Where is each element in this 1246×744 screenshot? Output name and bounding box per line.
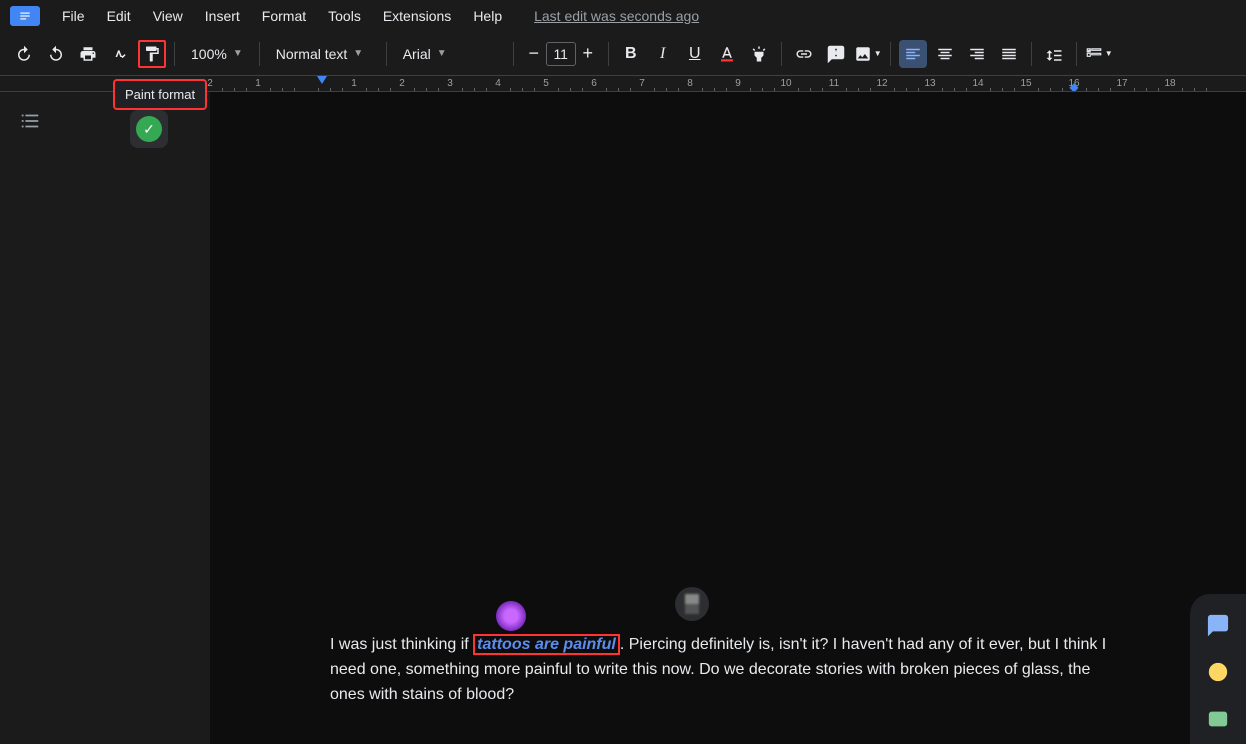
text-color-button[interactable] <box>713 40 741 68</box>
suggest-icon[interactable] <box>1207 708 1229 735</box>
left-rail <box>0 92 60 744</box>
content-area: ✓ I was just thinking if tattoos are pai… <box>0 92 1246 744</box>
font-size-decrease[interactable]: − <box>522 40 546 68</box>
emoji-icon[interactable] <box>1207 661 1229 688</box>
align-right-button[interactable] <box>963 40 991 68</box>
document-page[interactable]: I was just thinking if tattoos are painf… <box>210 92 1246 744</box>
toolbar: 100%▼ Normal text▼ Arial▼ − + B I U ▼ ▼ <box>0 32 1246 76</box>
collaborator-avatar-2[interactable] <box>675 587 709 621</box>
document-text[interactable]: I was just thinking if tattoos are painf… <box>330 632 1116 707</box>
menu-tools[interactable]: Tools <box>318 4 371 28</box>
align-center-button[interactable] <box>931 40 959 68</box>
menu-extensions[interactable]: Extensions <box>373 4 461 28</box>
font-select[interactable]: Arial▼ <box>395 40 505 68</box>
margin-area: ✓ <box>60 92 210 744</box>
bold-button[interactable]: B <box>617 40 645 68</box>
zoom-select[interactable]: 100%▼ <box>183 40 251 68</box>
checklist-button[interactable]: ▼ <box>1085 40 1113 68</box>
last-edit-link[interactable]: Last edit was seconds ago <box>534 8 699 24</box>
paint-format-button[interactable] <box>138 40 166 68</box>
separator <box>1031 42 1032 66</box>
text-before: I was just thinking if <box>330 636 473 653</box>
menu-edit[interactable]: Edit <box>97 4 141 28</box>
link-button[interactable] <box>790 40 818 68</box>
separator <box>386 42 387 66</box>
separator <box>513 42 514 66</box>
menu-file[interactable]: File <box>52 4 95 28</box>
redo-button[interactable] <box>42 40 70 68</box>
separator <box>781 42 782 66</box>
image-button[interactable]: ▼ <box>854 40 882 68</box>
separator <box>259 42 260 66</box>
add-comment-icon[interactable] <box>1207 614 1229 641</box>
separator <box>608 42 609 66</box>
menu-view[interactable]: View <box>143 4 193 28</box>
font-size-group: − + <box>522 40 600 68</box>
comment-button[interactable] <box>822 40 850 68</box>
print-button[interactable] <box>74 40 102 68</box>
italic-button[interactable]: I <box>649 40 677 68</box>
collaborator-avatar-1[interactable] <box>496 601 526 631</box>
underline-button[interactable]: U <box>681 40 709 68</box>
line-spacing-button[interactable] <box>1040 40 1068 68</box>
explore-rail <box>1190 594 1246 744</box>
menu-format[interactable]: Format <box>252 4 316 28</box>
spellcheck-button[interactable] <box>106 40 134 68</box>
align-justify-button[interactable] <box>995 40 1023 68</box>
separator <box>174 42 175 66</box>
menu-insert[interactable]: Insert <box>195 4 250 28</box>
font-size-increase[interactable]: + <box>576 40 600 68</box>
separator <box>890 42 891 66</box>
align-left-button[interactable] <box>899 40 927 68</box>
menubar: File Edit View Insert Format Tools Exten… <box>0 0 1246 32</box>
docs-icon[interactable] <box>10 6 40 26</box>
menu-help[interactable]: Help <box>463 4 512 28</box>
styled-selection: tattoos are painful <box>473 634 620 655</box>
undo-button[interactable] <box>10 40 38 68</box>
style-select[interactable]: Normal text▼ <box>268 40 378 68</box>
highlight-button[interactable] <box>745 40 773 68</box>
separator <box>1076 42 1077 66</box>
paint-format-tooltip: Paint format <box>113 79 207 110</box>
check-badge[interactable]: ✓ <box>130 110 168 148</box>
font-size-input[interactable] <box>546 42 576 66</box>
outline-icon[interactable] <box>19 110 41 137</box>
